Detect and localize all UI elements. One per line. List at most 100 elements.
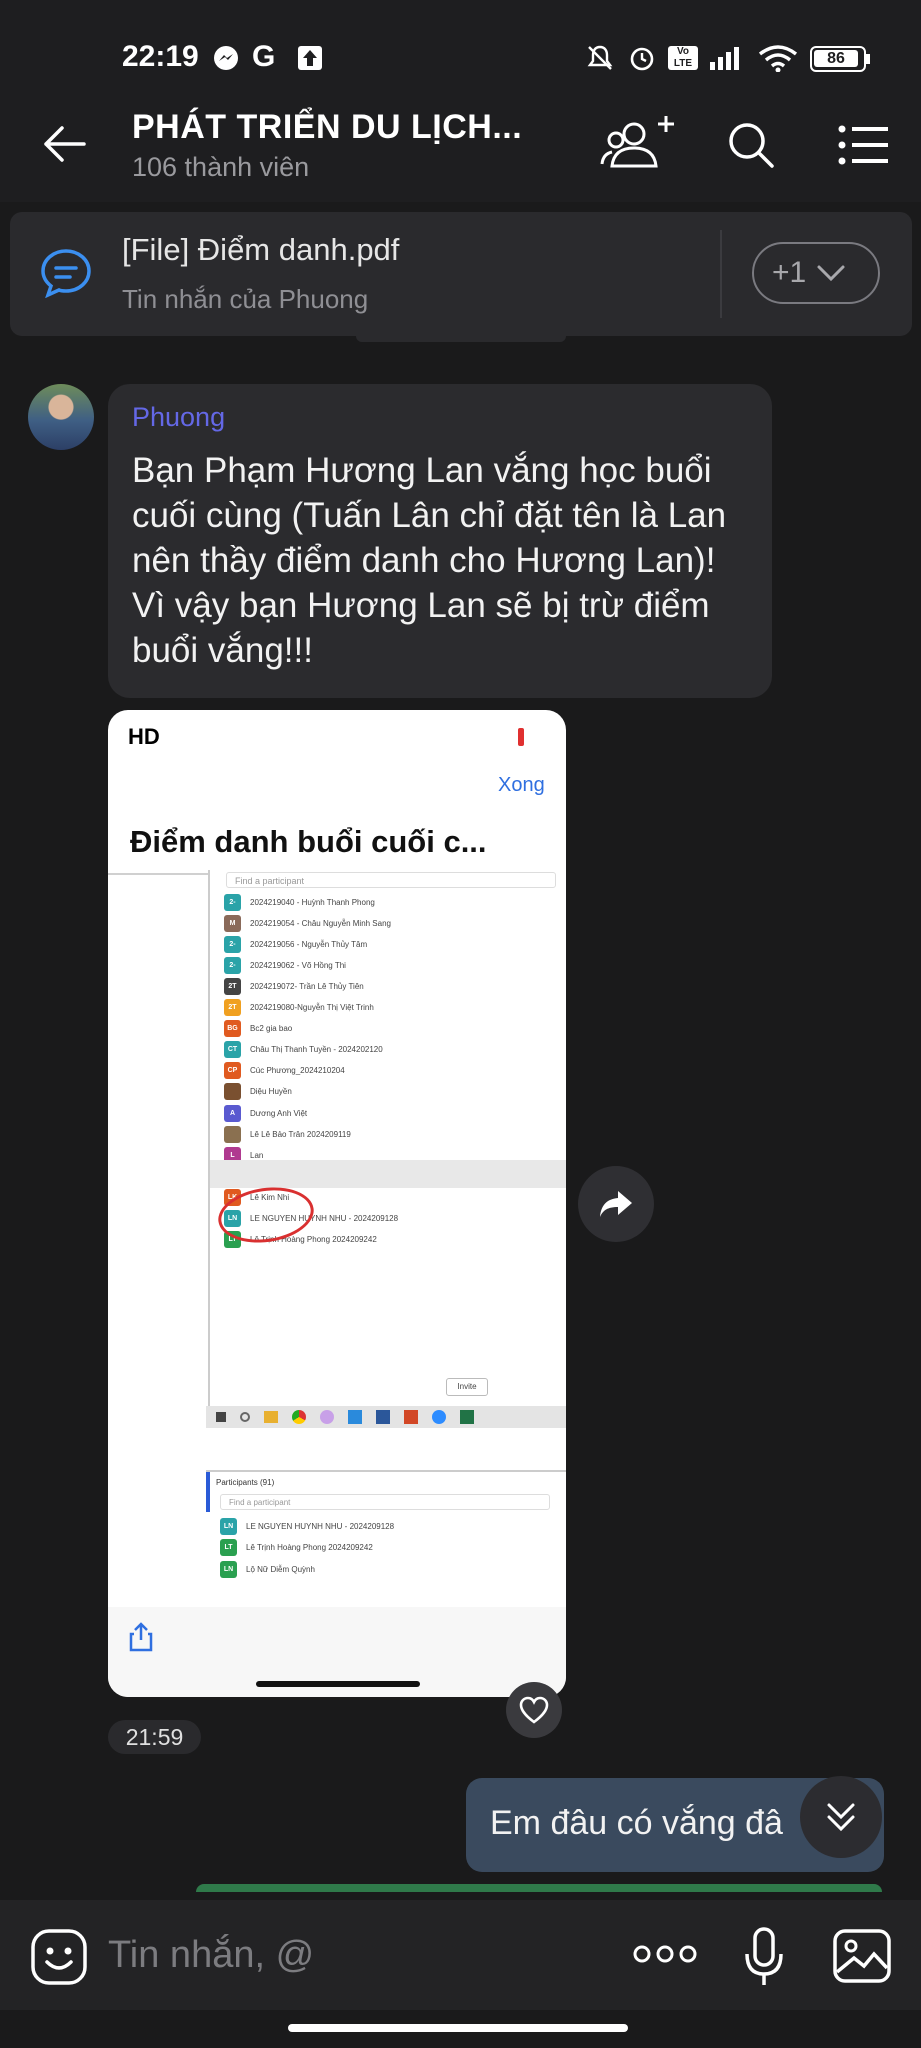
- home-indicator: [288, 2024, 628, 2032]
- participant-name: Diệu Huyền: [250, 1087, 292, 1097]
- participant-row: 2T 2024219080-Nguyễn Thị Việt Trinh: [224, 998, 374, 1018]
- message-timestamp: 21:59: [108, 1720, 201, 1754]
- find-participant-field: Find a participant: [226, 872, 556, 888]
- participant-name: 2024219062 - Võ Hồng Thi: [250, 960, 346, 970]
- excel-icon: [460, 1410, 474, 1424]
- image-gallery-icon[interactable]: [832, 1928, 892, 1984]
- pinned-message-bar[interactable]: [File] Điểm danh.pdf Tin nhắn của Phuong…: [10, 212, 912, 336]
- highlight-row: [210, 1160, 566, 1188]
- participant-name: Dương Anh Việt: [250, 1108, 308, 1118]
- windows-icon: [216, 1412, 226, 1422]
- participant-row: 2T 2024219072- Trần Lê Thủy Tiên: [224, 976, 364, 996]
- participant-row: 2- 2024219056 - Nguyễn Thủy Tâm: [224, 934, 367, 954]
- participant-name: 2024219080-Nguyễn Thị Việt Trinh: [250, 1003, 374, 1012]
- participants-screenshot: Find a participant 2- 2024219040 - Huỳnh …: [208, 870, 566, 1410]
- pinned-divider: [720, 230, 722, 318]
- participant-name: Lê Trịnh Hoàng Phong 2024209242: [246, 1543, 373, 1552]
- app-icon: [320, 1410, 334, 1424]
- participant-avatar: 2-: [224, 935, 241, 953]
- participant-name: Lộ Nữ Diễm Quỳnh: [246, 1564, 315, 1574]
- group-title[interactable]: PHÁT TRIỂN DU LỊCH...: [132, 108, 522, 147]
- add-member-icon[interactable]: [600, 112, 682, 174]
- photo-title: Điểm danh buổi cuối c...: [130, 824, 487, 859]
- participant-avatar: 2T: [224, 977, 241, 995]
- zoom-icon: [432, 1410, 446, 1424]
- participant-row: Lê Lê Bảo Trân 2024209119: [224, 1124, 351, 1144]
- participant-row: BG Bc2 gia bao: [224, 1019, 292, 1039]
- chat-header: PHÁT TRIỂN DU LỊCH... 106 thành viên: [0, 88, 921, 202]
- find-participant-field: Find a participant: [220, 1494, 550, 1510]
- folder-icon: [264, 1411, 278, 1423]
- participant-avatar: CT: [224, 1041, 241, 1059]
- search-icon[interactable]: [726, 120, 776, 170]
- participant-row: LN Lộ Nữ Diễm Quỳnh: [220, 1559, 315, 1579]
- invite-button: Invite: [446, 1378, 488, 1396]
- member-count[interactable]: 106 thành viên: [132, 152, 309, 183]
- participant-row: LN LE NGUYEN HUYNH NHU - 2024209128: [220, 1516, 394, 1536]
- status-bar: 22:19 G Vo LTE 86: [0, 0, 921, 88]
- powerpoint-icon: [404, 1410, 418, 1424]
- word-icon: [376, 1410, 390, 1424]
- battery-icon: 86: [810, 46, 866, 72]
- outgoing-message-text: Em đâu có vắng đâ: [490, 1804, 783, 1842]
- participant-avatar: CP: [224, 1062, 241, 1080]
- photo-home-indicator: [256, 1681, 420, 1687]
- participant-row: M 2024219054 - Châu Nguyễn Minh Sang: [224, 913, 391, 933]
- message-bubble[interactable]: Phuong Bạn Phạm Hương Lan vắng học buổi …: [108, 384, 772, 698]
- participant-name: 2024219056 - Nguyễn Thủy Tâm: [250, 939, 368, 949]
- double-chevron-down-icon: [827, 1803, 855, 1832]
- chrome-icon: [292, 1410, 306, 1424]
- participant-name: Châu Thị Thanh Tuyền - 2024202120: [250, 1045, 383, 1055]
- search-icon: [240, 1412, 250, 1422]
- participant-row: 2- 2024219040 - Huỳnh Thanh Phong: [224, 892, 375, 912]
- menu-list-icon[interactable]: [838, 124, 890, 166]
- back-arrow-icon[interactable]: [40, 124, 88, 164]
- upload-icon: [298, 46, 322, 70]
- forward-button[interactable]: [578, 1166, 654, 1242]
- chevron-down-icon: [817, 265, 845, 282]
- heart-icon: [519, 1696, 549, 1724]
- participant-avatar: 2-: [224, 893, 241, 911]
- participant-row: CP Cúc Phương_2024210204: [224, 1061, 345, 1081]
- participant-row: A Dương Anh Việt: [224, 1103, 307, 1123]
- participant-avatar: LT: [220, 1539, 237, 1556]
- next-message-peek: [196, 1884, 882, 1892]
- messenger-icon: [214, 46, 238, 70]
- more-pinned-button[interactable]: +1: [752, 242, 880, 304]
- battery-tip: [866, 54, 870, 64]
- participant-avatar: 2T: [224, 999, 241, 1016]
- google-icon: G: [252, 40, 276, 73]
- microphone-icon[interactable]: [744, 1926, 784, 1988]
- mute-bell-icon: [587, 45, 613, 70]
- status-time: 22:19: [122, 40, 199, 73]
- participant-avatar: [224, 1125, 241, 1143]
- message-input[interactable]: Tin nhắn, @: [108, 1934, 314, 1977]
- avatar[interactable]: [28, 384, 94, 450]
- scroll-to-bottom-button[interactable]: [800, 1776, 882, 1858]
- participant-avatar: 2-: [224, 956, 241, 974]
- hd-badge: HD: [128, 724, 160, 749]
- sender-name[interactable]: Phuong: [132, 402, 225, 433]
- like-button[interactable]: [506, 1682, 562, 1738]
- participant-name: 2024219072- Trần Lê Thủy Tiên: [250, 981, 364, 991]
- windows-taskbar: [206, 1406, 566, 1428]
- more-options-icon[interactable]: [632, 1944, 698, 1964]
- message-text: Bạn Phạm Hương Lan vắng học buổi cuối cù…: [132, 451, 727, 670]
- panel-accent: [206, 1472, 210, 1512]
- wifi-icon: [758, 45, 798, 72]
- participant-row: Diệu Huyền: [224, 1082, 292, 1102]
- participant-row: LT Lê Trịnh Hoàng Phong 2024209242: [220, 1538, 373, 1558]
- participant-name: Lan: [250, 1150, 264, 1160]
- chat-bubble-icon: [41, 249, 91, 298]
- photo-done-label: Xong: [498, 774, 545, 796]
- participant-name: 2024219040 - Huỳnh Thanh Phong: [250, 897, 375, 907]
- alarm-icon: [630, 47, 654, 71]
- participant-name: LE NGUYEN HUYNH NHU - 2024209128: [246, 1521, 395, 1531]
- record-indicator: [518, 728, 524, 746]
- volte-icon: Vo LTE: [668, 46, 698, 70]
- pinned-tab: [356, 336, 566, 342]
- pinned-sender: Tin nhắn của Phuong: [122, 284, 369, 314]
- sticker-icon[interactable]: [30, 1928, 88, 1986]
- photo-message[interactable]: HD Xong Điểm danh buổi cuối c... Find a …: [108, 710, 566, 1697]
- participant-row: 2- 2024219062 - Võ Hồng Thi: [224, 955, 346, 975]
